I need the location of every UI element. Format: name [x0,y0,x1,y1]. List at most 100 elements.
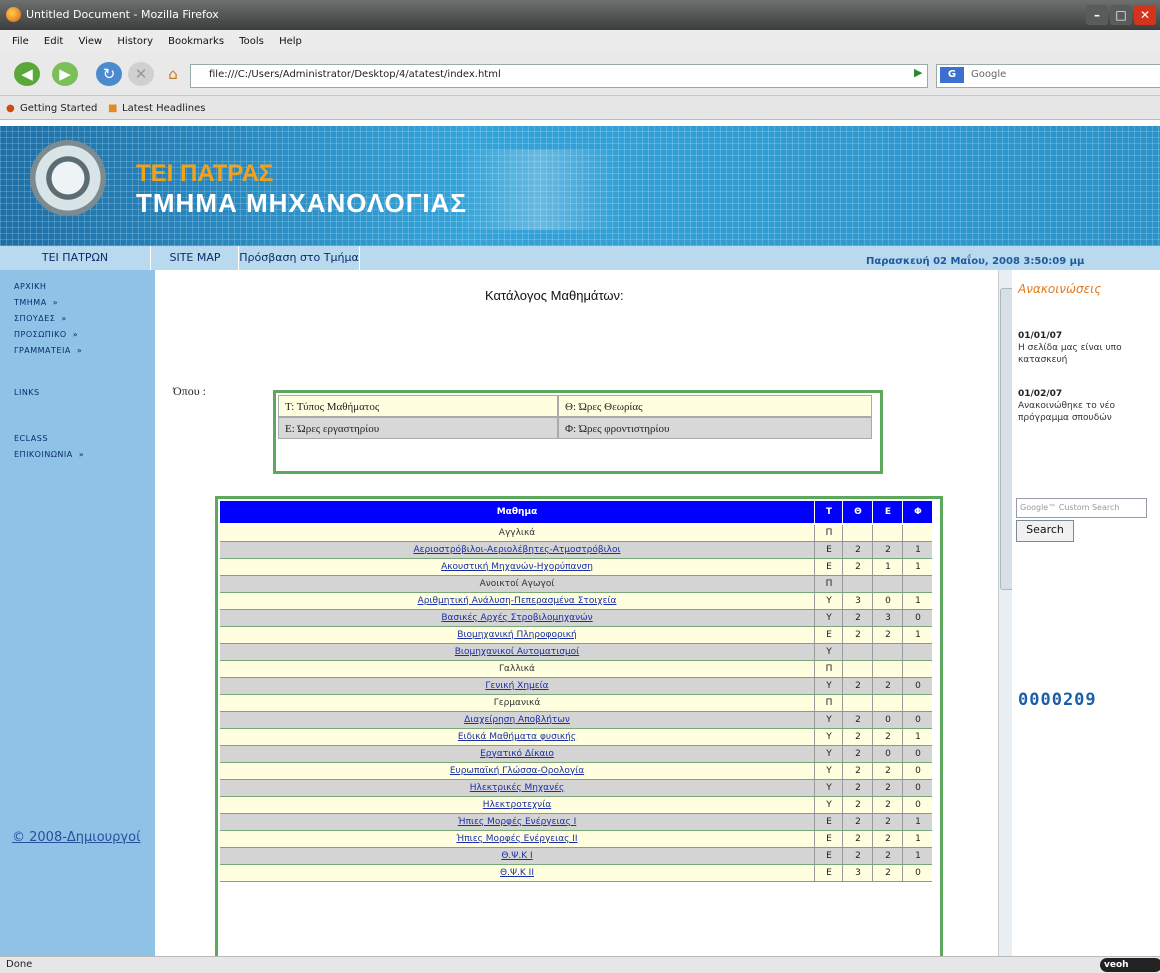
header-lab: Ε [872,501,903,523]
row-lab: 2 [872,780,903,796]
row-course: Γενική Χημεία [220,678,814,694]
row-theory: 2 [842,610,873,626]
bookmark-latest-headlines[interactable]: Latest Headlines [122,103,206,114]
announcement-date: 01/01/07 [1018,331,1063,341]
nav-access[interactable]: Πρόσβαση στο Τμήμα [238,246,360,270]
course-link[interactable]: Βιομηχανική Πληροφορική [457,630,576,640]
sidebar-item-home[interactable]: ΑΡΧΙΚΗ [14,282,46,291]
table-row: Εργατικό Δίκαιο Υ 2 0 0 [220,746,932,763]
google-search-input[interactable]: Google™ Custom Search [1016,498,1147,518]
table-row: Γενική Χημεία Υ 2 2 0 [220,678,932,695]
bookmark-getting-started[interactable]: Getting Started [20,103,97,114]
row-type: Ε [814,831,843,847]
google-icon[interactable]: G [940,67,964,83]
table-header: Μαθημα Τ Θ Ε Φ [220,501,932,523]
menu-view[interactable]: View [78,36,102,47]
row-tutorial: 0 [902,865,933,881]
table-row: Βιομηχανική Πληροφορική Ε 2 2 1 [220,627,932,644]
search-button[interactable]: Search [1016,520,1074,542]
url-input[interactable]: file:///C:/Users/Administrator/Desktop/4… [190,64,928,88]
row-course: Γαλλικά [499,664,535,674]
sidebar-item-department[interactable]: ΤΜΗΜΑ » [14,298,58,307]
minimize-button[interactable]: – [1086,5,1108,25]
sidebar-item-eclass[interactable]: ECLASS [14,434,48,443]
row-course: Ανοικτοί Αγωγοί [479,579,555,589]
row-theory: 2 [842,780,873,796]
row-tutorial [902,525,933,541]
menu-file[interactable]: File [12,36,29,47]
course-link[interactable]: Εργατικό Δίκαιο [480,749,554,759]
search-input[interactable]: Google [936,64,1160,88]
header-theory: Θ [842,501,873,523]
table-row: Αριθμητική Ανάλυση-Πεπερασμένα Στοιχεία Υ… [220,593,932,610]
course-link[interactable]: Θ.Ψ.Κ II [500,868,534,878]
home-icon[interactable]: ⌂ [160,62,186,86]
row-theory [842,661,873,677]
sidebar-item-secretariat[interactable]: ΓΡΑΜΜΑΤΕΙΑ » [14,346,82,355]
menu-bookmarks[interactable]: Bookmarks [168,36,224,47]
row-lab: 2 [872,848,903,864]
veoh-badge[interactable]: veoh [1100,958,1160,972]
nav-tei-patron[interactable]: TEI ΠΑΤΡΩΝ [0,246,150,270]
row-lab: 0 [872,746,903,762]
row-course: Θ.Ψ.Κ II [220,865,814,881]
row-theory: 2 [842,627,873,643]
vertical-scrollbar[interactable] [998,270,1014,956]
stop-icon[interactable]: ✕ [128,62,154,86]
legend-type: Τ: Τύπος Μαθήματος [278,395,558,417]
course-link[interactable]: Γενική Χημεία [485,681,548,691]
table-row: Διαχείρηση Αποβλήτων Υ 2 0 0 [220,712,932,729]
row-theory: 2 [842,559,873,575]
row-course: Ηλεκτροτεχνία [220,797,814,813]
forward-icon[interactable]: ▶ [52,62,78,86]
course-link[interactable]: Αεριοστρόβιλοι-Αεριολέβητες-Ατμοστρόβιλο… [413,545,620,555]
chevron-right-icon: » [61,314,67,323]
course-link[interactable]: Ήπιες Μορφές Ενέργειας II [456,834,577,844]
row-type: Π [814,576,843,592]
maximize-button[interactable]: □ [1110,5,1132,25]
course-link[interactable]: Ακουστική Μηχανών-Ηχορύπανση [441,562,593,572]
sidebar-item-studies[interactable]: ΣΠΟΥΔΕΣ » [14,314,67,323]
sidebar-item-label: ECLASS [14,434,48,443]
course-link[interactable]: Ευρωπαϊκή Γλώσσα-Ορολογία [450,766,584,776]
announcement-text: Ανακοινώθηκε το νέο πρόγραμμα σπουδών [1018,401,1115,423]
sidebar-item-contact[interactable]: ΕΠΙΚΟΙΝΩΝΙΑ » [14,450,84,459]
row-tutorial: 1 [902,831,933,847]
reload-icon[interactable]: ↻ [96,62,122,86]
nav-site-map[interactable]: SITE MAP [150,246,239,270]
course-link[interactable]: Ηλεκτροτεχνία [483,800,551,810]
status-text: Done [6,959,33,970]
course-link[interactable]: Αριθμητική Ανάλυση-Πεπερασμένα Στοιχεία [418,596,617,606]
row-course: Ήπιες Μορφές Ενέργειας II [220,831,814,847]
go-icon[interactable]: ▶ [914,66,922,79]
back-icon[interactable]: ◀ [14,62,40,86]
row-tutorial: 1 [902,848,933,864]
row-lab [872,644,903,660]
copyright-link[interactable]: © 2008-Δημιουργοί [12,830,140,845]
sidebar-item-links[interactable]: LINKS [14,388,40,397]
course-link[interactable]: Ειδικά Μαθήματα φυσικής [458,732,576,742]
table-row: Θ.Ψ.Κ IΕ221 [220,848,932,865]
course-link[interactable]: Διαχείρηση Αποβλήτων [464,715,570,725]
row-type: Ε [814,627,843,643]
course-link[interactable]: Ήπιες Μορφές Ενέργειας I [458,817,577,827]
sidebar: ΑΡΧΙΚΗ ΤΜΗΜΑ » ΣΠΟΥΔΕΣ » ΠΡΟΣΩΠΙΚΟ » ΓΡΑΜΜΑ… [0,270,155,956]
tei-logo [30,140,106,216]
row-theory: 2 [842,729,873,745]
menu-history[interactable]: History [117,36,153,47]
close-button[interactable]: ✕ [1134,5,1156,25]
row-course: Βιομηχανική Πληροφορική [220,627,814,643]
course-link[interactable]: Θ.Ψ.Κ I [501,851,532,861]
menu-edit[interactable]: Edit [44,36,63,47]
announcements-panel: Ανακοινώσεις 01/01/07 Η σελίδα μας είναι… [1012,270,1160,956]
main-content: Κατάλογος Μαθημάτων: Όπου : Τ: Τύπος Μαθ… [155,270,998,956]
course-link[interactable]: Βασικές Αρχές Στροβιλομηχανών [441,613,592,623]
course-link[interactable]: Βιομηχανικοί Αυτοματισμοί [455,647,579,657]
row-type: Ε [814,848,843,864]
course-link[interactable]: Ηλεκτρικές Μηχανές [470,783,565,793]
courses-table: Μαθημα Τ Θ Ε Φ Αγγλικά Π Αεριοστρόβιλοι-Αε… [215,496,943,956]
menu-tools[interactable]: Tools [239,36,264,47]
row-tutorial: 1 [902,729,933,745]
menu-help[interactable]: Help [279,36,302,47]
sidebar-item-staff[interactable]: ΠΡΟΣΩΠΙΚΟ » [14,330,78,339]
